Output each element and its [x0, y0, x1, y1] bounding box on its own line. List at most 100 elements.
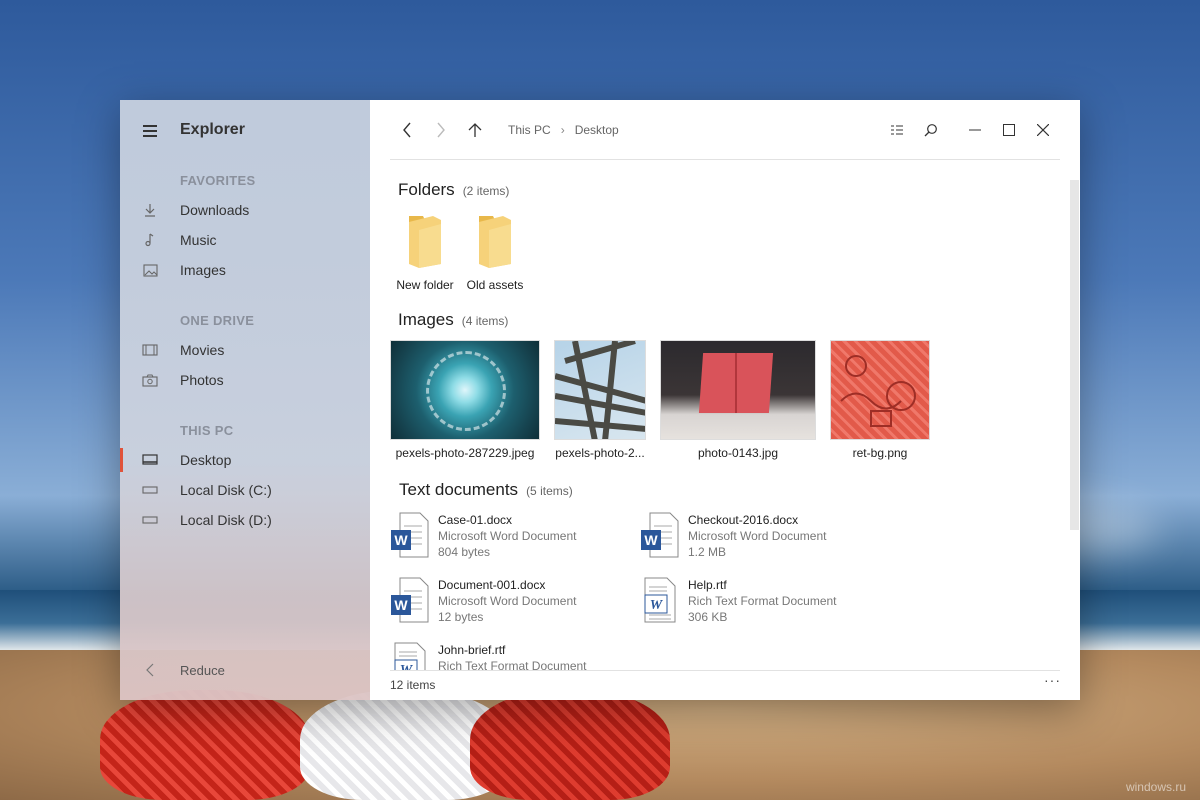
- group-count: (2 items): [462, 184, 510, 198]
- sidebar-item-images[interactable]: Images: [120, 255, 370, 285]
- watermark: windows.ru: [1125, 780, 1186, 794]
- word-doc-icon: W: [390, 512, 438, 562]
- document-item[interactable]: W John-brief.rtf Rich Text Format Docume…: [390, 642, 630, 670]
- image-item[interactable]: pexels-photo-287229.jpeg: [390, 340, 540, 460]
- sidebar-item-label: Movies: [180, 342, 225, 358]
- maximize-icon: [1003, 124, 1015, 136]
- sidebar-item-music[interactable]: Music: [120, 225, 370, 255]
- image-icon: [120, 263, 180, 277]
- hamburger-menu-icon[interactable]: [142, 123, 158, 137]
- film-icon: [120, 344, 180, 356]
- sidebar-item-photos[interactable]: Photos: [120, 365, 370, 395]
- document-size: 306 KB: [688, 610, 728, 624]
- maximize-button[interactable]: [992, 114, 1026, 146]
- image-caption: pexels-photo-2...: [555, 446, 645, 460]
- sidebar-item-movies[interactable]: Movies: [120, 335, 370, 365]
- image-item[interactable]: ret-bg.png: [830, 340, 930, 460]
- word-doc-icon: W: [390, 577, 438, 627]
- image-caption: ret-bg.png: [852, 446, 908, 460]
- search-icon: [924, 124, 937, 137]
- image-thumbnail: [390, 340, 540, 440]
- back-button[interactable]: [390, 114, 424, 146]
- image-thumbnail: [830, 340, 930, 440]
- status-divider: [390, 670, 1060, 671]
- section-title-favorites: FAVORITES: [180, 173, 256, 188]
- more-options-button[interactable]: ···: [1044, 672, 1061, 688]
- list-view-icon: [891, 125, 903, 135]
- image-caption: pexels-photo-287229.jpeg: [395, 446, 535, 460]
- group-count: (5 items): [526, 484, 573, 498]
- breadcrumb: This PC › Desktop: [508, 123, 619, 137]
- document-type: Rich Text Format Document: [688, 594, 837, 608]
- document-type: Microsoft Word Document: [438, 529, 577, 543]
- word-doc-icon: W: [640, 512, 688, 562]
- breadcrumb-desktop[interactable]: Desktop: [575, 123, 619, 137]
- section-title-one-drive: ONE DRIVE: [180, 313, 255, 328]
- document-size: 12 bytes: [438, 610, 484, 624]
- desktop-icon: [120, 454, 180, 466]
- svg-text:W: W: [644, 532, 658, 548]
- folder-item[interactable]: New folder: [390, 212, 460, 292]
- group-title-label: Folders: [398, 180, 455, 199]
- image-item[interactable]: pexels-photo-2...: [554, 340, 646, 460]
- app-title: Explorer: [180, 121, 245, 138]
- image-thumbnail: [554, 340, 646, 440]
- folder-item[interactable]: Old assets: [460, 212, 530, 292]
- image-thumbnail: [660, 340, 816, 440]
- sidebar: Explorer FAVORITES Downloads Music Image…: [120, 100, 370, 700]
- sidebar-item-label: Local Disk (C:): [180, 482, 272, 498]
- toolbar-right: [880, 114, 1060, 146]
- view-options-button[interactable]: [880, 114, 914, 146]
- chevron-left-icon: [403, 122, 411, 138]
- sidebar-item-local-disk-c[interactable]: Local Disk (C:): [120, 475, 370, 505]
- document-name: Document-001.docx: [438, 578, 546, 592]
- sidebar-item-desktop[interactable]: Desktop: [120, 445, 370, 475]
- chevron-right-icon: [437, 122, 445, 138]
- document-name: John-brief.rtf: [438, 643, 506, 657]
- background-red-object: [470, 690, 670, 800]
- drive-icon: [120, 486, 180, 494]
- document-name: Case-01.docx: [438, 513, 513, 527]
- minimize-icon: [969, 129, 981, 131]
- sidebar-item-local-disk-d[interactable]: Local Disk (D:): [120, 505, 370, 535]
- reduce-button[interactable]: Reduce: [120, 655, 370, 685]
- vertical-scrollbar[interactable]: [1070, 180, 1079, 530]
- svg-text:W: W: [650, 598, 664, 613]
- group-title-images: Images (4 items): [398, 310, 508, 330]
- document-type: Rich Text Format Document: [438, 659, 587, 670]
- group-title-documents: Text documents (5 items): [399, 480, 573, 500]
- toolbar: This PC › Desktop: [390, 114, 1060, 146]
- image-item[interactable]: photo-0143.jpg: [660, 340, 816, 460]
- chevron-left-icon: [120, 663, 180, 677]
- document-size: 804 bytes: [438, 545, 491, 559]
- sidebar-item-downloads[interactable]: Downloads: [120, 195, 370, 225]
- folder-label: Old assets: [466, 278, 524, 292]
- forward-button[interactable]: [424, 114, 458, 146]
- up-button[interactable]: [458, 114, 492, 146]
- svg-text:W: W: [394, 532, 408, 548]
- document-item[interactable]: W Help.rtf Rich Text Format Document 306…: [640, 577, 880, 627]
- close-button[interactable]: [1026, 114, 1060, 146]
- minimize-button[interactable]: [958, 114, 992, 146]
- document-type: Microsoft Word Document: [688, 529, 827, 543]
- breadcrumb-this-pc[interactable]: This PC: [508, 123, 551, 137]
- svg-text:W: W: [400, 663, 414, 670]
- group-title-folders: Folders (2 items): [398, 180, 509, 200]
- document-item[interactable]: W Document-001.docx Microsoft Word Docum…: [390, 577, 630, 627]
- download-icon: [120, 203, 180, 217]
- document-type: Microsoft Word Document: [438, 594, 577, 608]
- document-item[interactable]: W Checkout-2016.docx Microsoft Word Docu…: [640, 512, 880, 562]
- close-icon: [1037, 124, 1049, 136]
- folder-icon: [409, 216, 441, 268]
- search-button[interactable]: [914, 114, 948, 146]
- group-title-label: Images: [398, 310, 454, 329]
- document-name: Checkout-2016.docx: [688, 513, 799, 527]
- sidebar-header: Explorer: [142, 118, 245, 142]
- status-item-count: 12 items: [390, 678, 436, 692]
- image-caption: photo-0143.jpg: [697, 446, 779, 460]
- chevron-right-icon: ›: [560, 123, 565, 137]
- camera-icon: [120, 374, 180, 387]
- document-item[interactable]: W Case-01.docx Microsoft Word Document 8…: [390, 512, 630, 562]
- reduce-label: Reduce: [180, 662, 225, 678]
- document-size: 1.2 MB: [688, 545, 727, 559]
